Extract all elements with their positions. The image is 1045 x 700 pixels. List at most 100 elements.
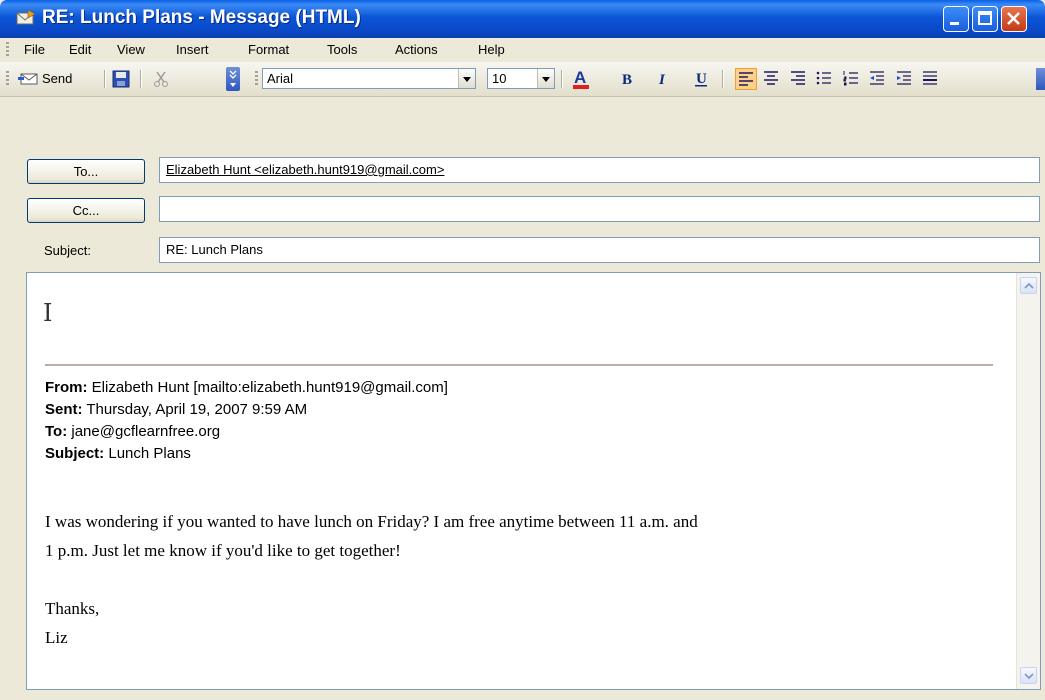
menu-help[interactable]: Help [478,42,505,57]
align-left-icon [739,72,753,86]
decrease-indent-icon [870,71,884,85]
menu-insert[interactable]: Insert [176,42,209,57]
cc-button[interactable]: Cc... [27,198,145,223]
increase-indent-icon [897,71,911,85]
toolbar-overflow-chevron[interactable] [226,67,240,91]
menu-file[interactable]: File [24,42,45,57]
message-window-icon [16,10,36,25]
toolbar-grip[interactable] [255,71,258,87]
menu-actions[interactable]: Actions [395,42,438,57]
title-bar[interactable]: RE: Lunch Plans - Message (HTML) [0,0,1045,38]
scroll-down-button[interactable] [1020,667,1037,684]
font-size-select[interactable]: 10 [487,68,555,89]
quoted-to: To: jane@gcflearnfree.org [45,423,220,440]
close-icon [1007,12,1020,25]
toolbar-separator [561,70,563,88]
quoted-signature: Liz [45,628,68,647]
underline-button[interactable]: U [690,68,712,90]
numbering-button[interactable] [840,68,862,90]
decrease-indent-button[interactable] [866,68,888,90]
bold-button[interactable]: B [616,68,638,90]
quoted-sent: Sent: Thursday, April 19, 2007 9:59 AM [45,401,307,418]
quoted-to-label: To: [45,423,68,440]
save-button[interactable] [110,68,132,90]
svg-text:A: A [574,68,586,87]
underline-icon: U [695,71,707,87]
window-title: RE: Lunch Plans - Message (HTML) [42,7,361,28]
bold-icon: B [622,72,632,88]
to-button[interactable]: To... [27,159,145,184]
menu-format[interactable]: Format [248,42,289,57]
font-color-button[interactable]: A [570,68,592,90]
quoted-from: From: Elizabeth Hunt [mailto:elizabeth.h… [45,379,448,396]
subject-label: Subject: [44,243,91,258]
bullet-list-icon [816,71,831,85]
font-name-value: Arial [267,71,294,86]
font-size-value: 10 [492,71,507,86]
quoted-from-value: Elizabeth Hunt [mailto:elizabeth.hunt919… [87,379,448,396]
font-name-select[interactable]: Arial [262,68,476,89]
vertical-scrollbar[interactable] [1016,273,1040,689]
send-button[interactable]: Send [18,68,100,90]
chevron-down-icon[interactable] [537,69,554,88]
quoted-from-label: From: [45,379,88,396]
quoted-to-value: jane@gcflearnfree.org [67,423,221,440]
menu-grip[interactable] [6,42,9,58]
quoted-closing: Thanks, [45,599,100,618]
quoted-sent-label: Sent: [45,401,83,418]
subject-field[interactable]: RE: Lunch Plans [159,237,1040,263]
increase-indent-button[interactable] [893,68,915,90]
quoted-subject: Subject: Lunch Plans [45,445,191,462]
maximize-button[interactable] [972,6,998,32]
toolbar-separator [722,70,724,88]
align-right-icon [791,71,805,85]
save-icon [112,70,130,88]
send-label: Send [42,71,73,86]
align-left-button[interactable] [735,68,757,90]
quoted-subject-label: Subject: [45,445,105,462]
quoted-subject-value: Lunch Plans [104,445,191,462]
menu-view[interactable]: View [117,42,145,57]
italic-button[interactable]: I [652,68,674,90]
toolbar-grip[interactable] [6,71,9,87]
to-field[interactable]: Elizabeth Hunt <elizabeth.hunt919@gmail.… [159,157,1040,183]
chevron-down-icon [229,70,237,87]
cut-button[interactable] [150,68,172,90]
align-center-icon [764,71,778,85]
italic-icon: I [658,72,666,88]
svg-text:U: U [696,71,707,87]
svg-text:I: I [658,72,666,88]
send-icon [18,73,38,85]
svg-text:B: B [622,72,632,88]
quoted-body-line-1: I was wondering if you wanted to have lu… [45,512,698,531]
message-window: RE: Lunch Plans - Message (HTML) File Ed… [0,0,1045,700]
minimize-icon [950,22,959,25]
numbered-list-icon [843,71,858,86]
reply-divider [45,364,993,366]
toolbar-separator [104,70,106,88]
chevron-down-icon [1024,673,1034,680]
message-header: To... Elizabeth Hunt <elizabeth.hunt919@… [0,97,1045,269]
font-color-icon: A [573,68,589,89]
message-body-editor[interactable]: I From: Elizabeth Hunt [mailto:elizabeth… [26,272,1041,690]
chevron-up-icon [1024,282,1034,289]
maximize-icon [978,11,992,25]
bullets-button[interactable] [813,68,835,90]
menu-edit[interactable]: Edit [69,42,91,57]
toolbar-overflow-chevron-right[interactable] [1036,68,1045,90]
minimize-button[interactable] [943,6,969,32]
toolbar-separator [140,70,142,88]
chevron-down-icon[interactable] [458,69,475,88]
horizontal-line-icon [923,71,937,85]
formatting-toolbar: Send Arial 10 A B I U [0,62,1045,97]
quoted-sent-value: Thursday, April 19, 2007 9:59 AM [82,401,308,418]
horizontal-line-button[interactable] [919,68,941,90]
menu-tools[interactable]: Tools [327,42,357,57]
align-right-button[interactable] [787,68,809,90]
menu-bar: File Edit View Insert Format Tools Actio… [0,38,1045,62]
scroll-up-button[interactable] [1020,277,1037,294]
scissors-icon [154,71,168,87]
cc-field[interactable] [159,196,1040,222]
align-center-button[interactable] [760,68,782,90]
close-button[interactable] [1001,6,1027,32]
